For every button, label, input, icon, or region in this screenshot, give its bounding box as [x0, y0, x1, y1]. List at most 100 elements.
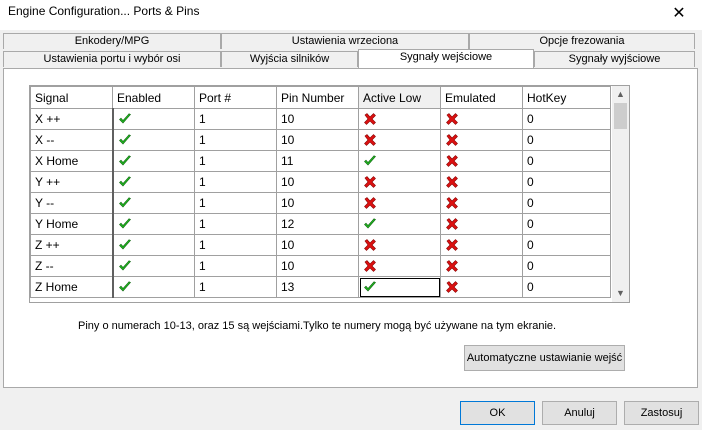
cell-pin[interactable]: 13	[276, 276, 359, 298]
cell-port[interactable]: 1	[194, 192, 277, 214]
scroll-down-icon[interactable]: ▼	[612, 285, 629, 302]
cell-hotkey[interactable]: 0	[522, 108, 611, 130]
cell-enabled[interactable]	[112, 276, 195, 298]
cell-enabled[interactable]	[112, 255, 195, 277]
tab-opcje-frezowania[interactable]: Opcje frezowania	[469, 33, 695, 49]
cell-active-low[interactable]	[358, 192, 441, 214]
cell-active-low[interactable]	[358, 255, 441, 277]
cell-active-low[interactable]	[358, 171, 441, 193]
cell-emulated[interactable]	[440, 276, 523, 298]
cell-emulated[interactable]	[440, 150, 523, 172]
cell-enabled[interactable]	[112, 234, 195, 256]
cell-signal[interactable]: Y --	[30, 192, 114, 214]
cell-hotkey[interactable]: 0	[522, 192, 611, 214]
cell-emulated[interactable]	[440, 213, 523, 235]
cell-pin[interactable]: 11	[276, 150, 359, 172]
cell-emulated[interactable]	[440, 255, 523, 277]
cell-active-low[interactable]	[358, 129, 441, 151]
cell-enabled[interactable]	[112, 129, 195, 151]
cell-signal[interactable]: Z Home	[30, 276, 114, 298]
cell-signal[interactable]: Y ++	[30, 171, 114, 193]
cell-enabled[interactable]	[112, 213, 195, 235]
cell-enabled[interactable]	[112, 192, 195, 214]
col-header-active-low[interactable]: Active Low	[358, 86, 441, 109]
cell-signal[interactable]: X ++	[30, 108, 114, 130]
cell-signal[interactable]: X Home	[30, 150, 114, 172]
cell-hotkey[interactable]: 0	[522, 276, 611, 298]
cell-enabled[interactable]	[112, 171, 195, 193]
signals-grid[interactable]: Signal Enabled Port # Pin Number Active …	[29, 85, 630, 303]
scroll-up-icon[interactable]: ▲	[612, 86, 629, 103]
cell-port[interactable]: 1	[194, 276, 277, 298]
cell-enabled[interactable]	[112, 108, 195, 130]
cell-signal[interactable]: Z ++	[30, 234, 114, 256]
tab-enkodery-mpg[interactable]: Enkodery/MPG	[3, 33, 221, 49]
tab-wyjscia-silnikow[interactable]: Wyjścia silników	[221, 51, 358, 67]
cell-hotkey[interactable]: 0	[522, 255, 611, 277]
col-header-enabled[interactable]: Enabled	[112, 86, 195, 109]
cell-port[interactable]: 1	[194, 213, 277, 235]
ok-button[interactable]: OK	[460, 401, 535, 425]
grid-vertical-scrollbar[interactable]: ▲ ▼	[612, 86, 629, 302]
cell-port[interactable]: 1	[194, 129, 277, 151]
cell-pin[interactable]: 10	[276, 108, 359, 130]
cell-emulated[interactable]	[440, 234, 523, 256]
red-x-icon	[364, 176, 376, 189]
col-header-port[interactable]: Port #	[194, 86, 277, 109]
cell-pin[interactable]: 10	[276, 234, 359, 256]
cell-emulated[interactable]	[440, 129, 523, 151]
tab-ustawienia-portu[interactable]: Ustawienia portu i wybór osi	[3, 51, 221, 67]
red-x-icon	[446, 155, 458, 168]
col-header-signal[interactable]: Signal	[30, 86, 113, 109]
col-header-hotkey[interactable]: HotKey	[522, 86, 611, 109]
cell-active-low[interactable]	[358, 276, 441, 298]
cell-port[interactable]: 1	[194, 171, 277, 193]
cell-pin[interactable]: 10	[276, 192, 359, 214]
cell-pin[interactable]: 10	[276, 129, 359, 151]
scroll-thumb[interactable]	[614, 103, 627, 129]
auto-config-button[interactable]: Automatyczne ustawianie wejść	[464, 345, 625, 371]
cell-signal[interactable]: X --	[30, 129, 114, 151]
tab-sygnaly-wejsciowe[interactable]: Sygnały wejściowe	[358, 49, 534, 68]
cell-active-low[interactable]	[358, 150, 441, 172]
cell-hotkey[interactable]: 0	[522, 234, 611, 256]
tab-sygnaly-wyjsciowe[interactable]: Sygnały wyjściowe	[534, 51, 695, 67]
red-x-icon	[446, 281, 458, 294]
cell-port[interactable]: 1	[194, 150, 277, 172]
header-row: Signal Enabled Port # Pin Number Active …	[30, 86, 611, 109]
cell-signal[interactable]: Y Home	[30, 213, 114, 235]
cell-port[interactable]: 1	[194, 234, 277, 256]
cell-signal[interactable]: Z --	[30, 255, 114, 277]
cell-emulated[interactable]	[440, 108, 523, 130]
cell-hotkey[interactable]: 0	[522, 213, 611, 235]
col-header-emulated[interactable]: Emulated	[440, 86, 523, 109]
green-check-icon	[118, 197, 131, 208]
close-icon[interactable]: ✕	[656, 0, 702, 30]
title-bar: Engine Configuration... Ports & Pins ✕	[0, 0, 702, 30]
tab-ustawienia-wrzeciona[interactable]: Ustawienia wrzeciona	[221, 33, 469, 49]
table-row: X -- 1 10 0	[30, 129, 611, 151]
info-text: Piny o numerach 10-13, oraz 15 są wejści…	[78, 320, 557, 332]
red-x-icon	[364, 260, 376, 273]
cell-pin[interactable]: 12	[276, 213, 359, 235]
cell-port[interactable]: 1	[194, 108, 277, 130]
cell-hotkey[interactable]: 0	[522, 129, 611, 151]
cell-active-low[interactable]	[358, 108, 441, 130]
cell-enabled[interactable]	[112, 150, 195, 172]
table-row: Y Home 1 12 0	[30, 213, 611, 235]
red-x-icon	[364, 197, 376, 210]
cell-pin[interactable]: 10	[276, 255, 359, 277]
cell-active-low[interactable]	[358, 213, 441, 235]
cell-emulated[interactable]	[440, 171, 523, 193]
apply-button[interactable]: Zastosuj	[624, 401, 699, 425]
green-check-icon	[118, 176, 131, 187]
cell-port[interactable]: 1	[194, 255, 277, 277]
cell-active-low[interactable]	[358, 234, 441, 256]
cell-pin[interactable]: 10	[276, 171, 359, 193]
col-header-pin-number[interactable]: Pin Number	[276, 86, 359, 109]
cell-hotkey[interactable]: 0	[522, 171, 611, 193]
cell-emulated[interactable]	[440, 192, 523, 214]
green-check-icon	[118, 239, 131, 250]
cancel-button[interactable]: Anuluj	[542, 401, 617, 425]
cell-hotkey[interactable]: 0	[522, 150, 611, 172]
